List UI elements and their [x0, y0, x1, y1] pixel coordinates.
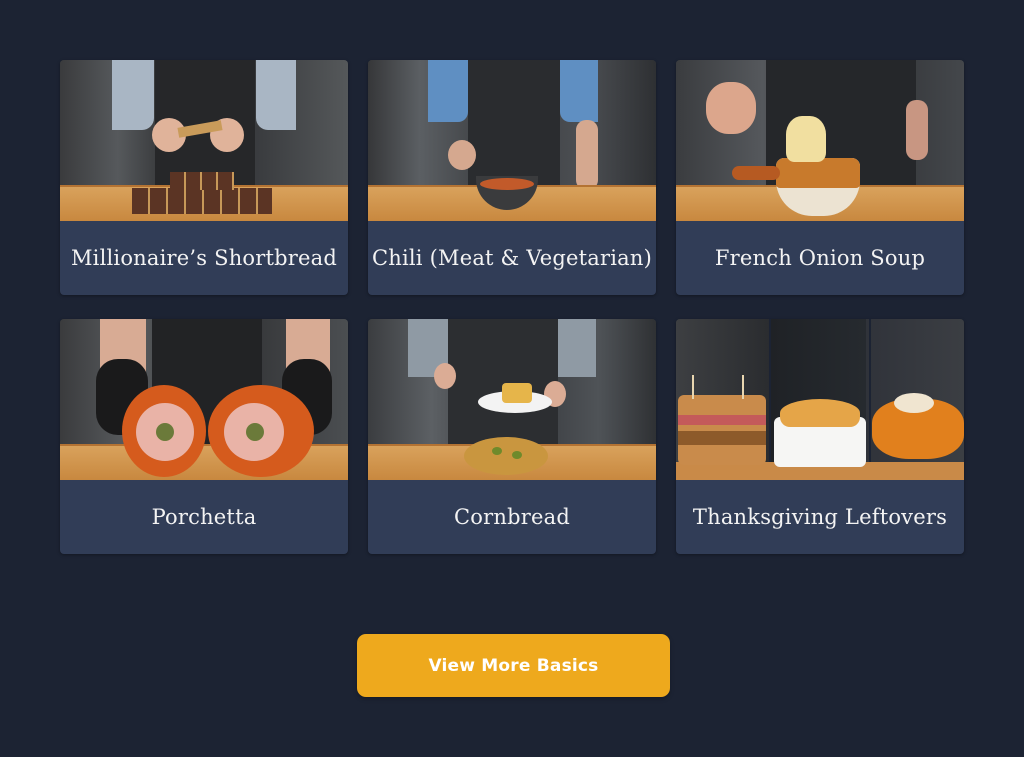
shortbread-thumbnail[interactable] [60, 60, 348, 221]
recipe-title[interactable]: French Onion Soup [676, 221, 964, 295]
recipe-card-thanksgiving-leftovers[interactable]: Thanksgiving Leftovers [676, 319, 964, 554]
recipe-card-chili[interactable]: Chili (Meat & Vegetarian) [368, 60, 656, 295]
thanksgiving-leftovers-thumbnail[interactable] [676, 319, 964, 480]
recipe-card-porchetta[interactable]: Porchetta [60, 319, 348, 554]
recipe-title[interactable]: Thanksgiving Leftovers [676, 480, 964, 554]
recipe-card-cornbread[interactable]: Cornbread [368, 319, 656, 554]
recipe-title[interactable]: Porchetta [60, 480, 348, 554]
french-onion-soup-thumbnail[interactable] [676, 60, 964, 221]
recipe-card-french-onion-soup[interactable]: French Onion Soup [676, 60, 964, 295]
recipe-title[interactable]: Chili (Meat & Vegetarian) [368, 221, 656, 295]
view-more-basics-button[interactable]: View More Basics [357, 634, 670, 697]
porchetta-thumbnail[interactable] [60, 319, 348, 480]
recipe-title[interactable]: Millionaire’s Shortbread [60, 221, 348, 295]
recipe-grid: Millionaire’s Shortbread Chili (Meat & V… [60, 60, 964, 554]
view-more-container: View More Basics [357, 634, 670, 697]
chili-thumbnail[interactable] [368, 60, 656, 221]
recipe-card-shortbread[interactable]: Millionaire’s Shortbread [60, 60, 348, 295]
recipe-title[interactable]: Cornbread [368, 480, 656, 554]
cornbread-thumbnail[interactable] [368, 319, 656, 480]
